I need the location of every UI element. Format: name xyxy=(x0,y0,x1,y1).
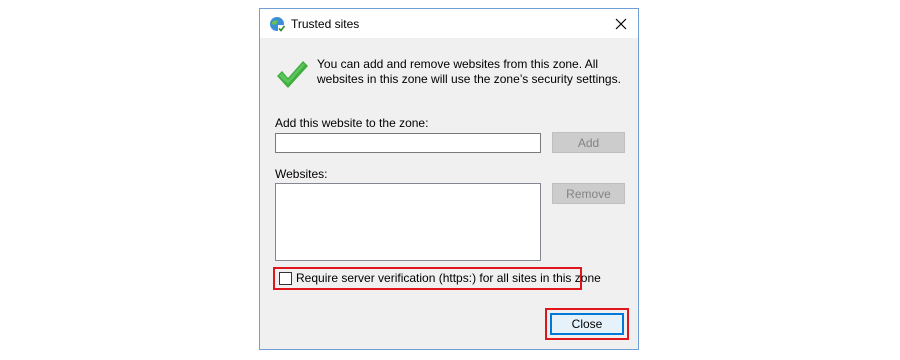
https-checkbox-highlight: Require server verification (https:) for… xyxy=(273,267,601,290)
globe-check-icon xyxy=(269,16,286,32)
websites-label: Websites: xyxy=(275,167,328,181)
add-website-label: Add this website to the zone: xyxy=(275,116,429,130)
close-button-highlight: Close xyxy=(545,308,629,340)
trusted-sites-dialog: Trusted sites You can add and remove web… xyxy=(259,8,639,350)
add-button[interactable]: Add xyxy=(552,132,625,153)
add-website-input[interactable] xyxy=(275,133,541,153)
green-checkmark-icon xyxy=(275,57,309,91)
close-icon[interactable] xyxy=(604,9,638,38)
remove-button[interactable]: Remove xyxy=(552,183,625,204)
https-checkbox[interactable] xyxy=(279,272,292,285)
title-bar: Trusted sites xyxy=(260,9,638,38)
window-title: Trusted sites xyxy=(291,17,360,31)
https-checkbox-label[interactable]: Require server verification (https:) for… xyxy=(296,271,601,285)
info-text: You can add and remove websites from thi… xyxy=(317,57,621,86)
close-button[interactable]: Close xyxy=(550,313,624,335)
websites-list[interactable] xyxy=(275,183,541,261)
